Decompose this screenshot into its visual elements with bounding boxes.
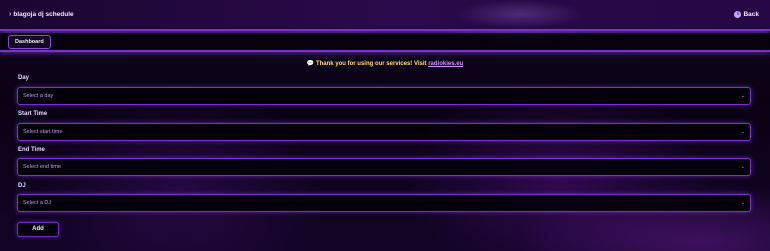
day-select[interactable]: Select a day ⌄ [17,87,751,105]
app-title: blagoja dj schedule [13,11,74,18]
top-bar: › blagoja dj schedule i Back [0,0,770,31]
back-button[interactable]: i Back [734,11,759,18]
end-time-placeholder: Select end time [23,164,61,170]
end-time-select[interactable]: Select end time ⌄ [17,158,751,176]
info-icon: i [734,11,742,18]
start-time-label: Start Time [18,111,48,117]
speech-bubble-icon: 💬 [306,61,315,67]
end-time-label: End Time [18,147,45,153]
back-label: Back [743,11,759,18]
chevron-down-icon: ⌄ [740,129,745,135]
chevron-down-icon: ⌄ [740,164,745,170]
day-label: Day [18,75,30,81]
dj-select-placeholder: Select a DJ [23,200,52,206]
notice-link[interactable]: radiokies.eu [428,61,463,67]
chevron-down-icon: ⌄ [740,93,745,99]
dashboard-button[interactable]: Dashboard [8,35,51,49]
notice-text: Thank you for using our services! Visit [315,61,427,67]
chevron-down-icon: ⌄ [740,200,745,206]
dj-label: DJ [18,183,26,189]
notice-message: 💬 Thank you for using our services! Visi… [0,60,770,67]
day-select-placeholder: Select a day [23,93,54,99]
add-button[interactable]: Add [17,222,59,237]
start-time-placeholder: Select start time [23,129,63,135]
app-title-link[interactable]: › blagoja dj schedule [9,11,74,18]
chevron-right-icon: › [9,11,12,18]
start-time-select[interactable]: Select start time ⌄ [17,123,751,141]
nav-bar: Dashboard [0,33,770,52]
dj-select[interactable]: Select a DJ ⌄ [17,194,751,212]
